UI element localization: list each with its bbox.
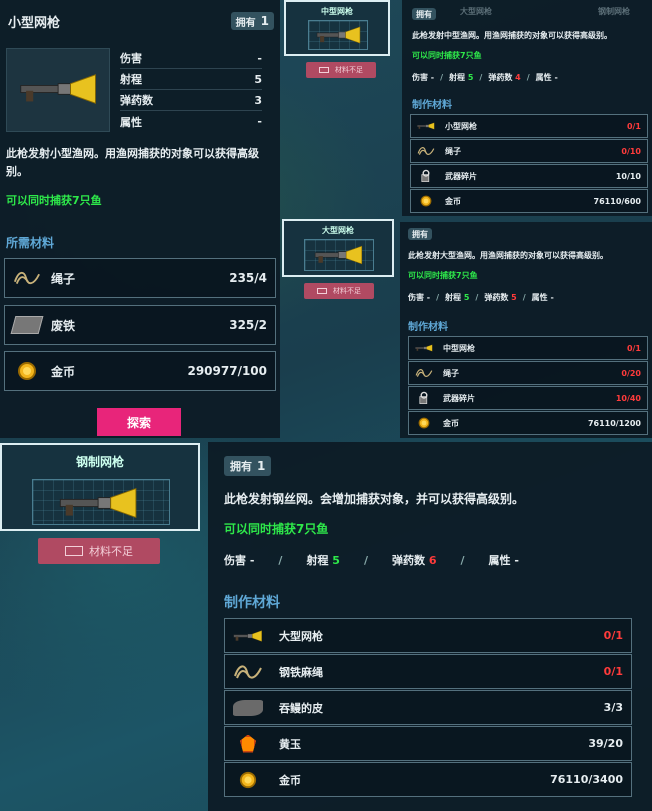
catch-info: 可以同时捕获7只鱼 — [412, 51, 482, 60]
stat-row: 射程 5 — [120, 69, 262, 90]
owned-badge: 拥有 — [412, 8, 436, 20]
stats-line: 伤害 - / 射程 5/ 弹药数 5/ 属性 - — [408, 293, 554, 302]
gold-coin-icon — [418, 417, 430, 429]
card-title: 大型网枪 — [322, 226, 354, 235]
material-row: 绳子 0/20 — [408, 361, 648, 385]
page-title: 小型网枪 — [8, 16, 61, 31]
tab-large[interactable]: 大型网枪 — [460, 6, 492, 17]
material-row: 黄玉 39/20 — [224, 726, 632, 761]
catch-info: 可以同时捕获7只鱼 — [224, 522, 329, 536]
material-row: 武器碎片 10/40 — [408, 386, 648, 410]
large-net-gun-icon — [314, 243, 364, 267]
stats-line: 伤害 - / 射程 5/ 弹药数 6/ 属性 - — [224, 553, 519, 568]
medium-gun-detail: 拥有 大型网枪 钢制网枪 此枪发射中型渔网。用渔网捕获的对象可以获得高级别。 可… — [402, 0, 652, 216]
material-row: 吞鳗的皮 3/3 — [224, 690, 632, 725]
weapon-image — [6, 48, 110, 132]
owned-count: 1 — [260, 14, 269, 28]
weapon-description: 此枪发射钢丝网。会增加捕获对象，并可以获得高级别。 — [224, 492, 525, 506]
medium-net-gun-icon — [415, 343, 433, 353]
rope-icon — [13, 268, 41, 288]
material-row: 金币 76110/600 — [410, 189, 648, 213]
topaz-icon — [240, 734, 256, 753]
material-row: 金币 290977/100 — [4, 351, 276, 391]
catch-info: 可以同时捕获7只鱼 — [408, 271, 478, 280]
large-gun-card[interactable]: 大型网枪 — [282, 219, 394, 277]
stats-table: 伤害 - 射程 5 弹药数 3 属性 - — [120, 48, 262, 132]
catch-info: 可以同时捕获7只鱼 — [6, 194, 102, 207]
card-title: 钢制网枪 — [75, 455, 124, 469]
explore-button[interactable]: 探索 — [97, 408, 181, 436]
gold-coin-icon — [239, 771, 257, 789]
owned-badge: 拥有 1 — [224, 456, 272, 476]
material-row: 绳子 0/10 — [410, 139, 648, 163]
medium-gun-card[interactable]: 中型网枪 — [284, 0, 390, 56]
materials-list: 中型网枪 0/1 绳子 0/20 武器碎片 10/40 金币 76110/1200 — [408, 336, 648, 435]
steel-hemp-rope-icon — [233, 662, 263, 682]
stat-row: 弹药数 3 — [120, 90, 262, 111]
rope-icon — [415, 367, 433, 379]
materials-list: 大型网枪 0/1 钢铁麻绳 0/1 吞鳗的皮 3/3 黄玉 39/20 金币 76110/… — [224, 618, 632, 797]
material-row: 大型网枪 0/1 — [224, 618, 632, 653]
tab-steel[interactable]: 钢制网枪 — [598, 6, 630, 17]
stat-row: 伤害 - — [120, 48, 262, 69]
medium-net-gun-icon — [316, 24, 362, 46]
insufficient-button[interactable]: 材料不足 — [38, 538, 160, 564]
materials-list: 小型网枪 0/1 绳子 0/10 武器碎片 10/10 金币 76110/600 — [410, 114, 648, 213]
steel-gun-detail: 拥有 1 此枪发射钢丝网。会增加捕获对象，并可以获得高级别。 可以同时捕获7只鱼 … — [208, 442, 652, 811]
weapon-description: 此枪发射大型渔网。用渔网捕获的对象可以获得高级别。 — [408, 251, 608, 260]
eel-skin-icon — [233, 699, 263, 716]
steel-net-gun-icon — [58, 485, 140, 521]
small-gun-panel: 小型网枪 拥有 1 伤害 - 射程 5 弹药数 3 属性 - 此枪发射小型渔网。用渔网捕获… — [0, 0, 280, 438]
insufficient-button[interactable]: 材料不足 — [304, 283, 374, 299]
card-title: 中型网枪 — [321, 7, 353, 16]
material-row: 钢铁麻绳 0/1 — [224, 654, 632, 689]
owned-badge: 拥有 — [408, 228, 432, 240]
material-row: 小型网枪 0/1 — [410, 114, 648, 138]
material-row: 中型网枪 0/1 — [408, 336, 648, 360]
material-row: 武器碎片 10/10 — [410, 164, 648, 188]
owned-badge: 拥有 1 — [230, 12, 274, 30]
material-row: 金币 76110/1200 — [408, 411, 648, 435]
rope-icon — [417, 145, 435, 157]
steel-gun-card[interactable]: 钢制网枪 — [0, 443, 200, 531]
insufficient-button[interactable]: 材料不足 — [306, 62, 376, 78]
scrap-iron-icon — [10, 316, 44, 334]
weapon-description: 此枪发射小型渔网。用渔网捕获的对象可以获得高级别。 — [6, 147, 259, 178]
large-net-gun-icon — [233, 629, 263, 643]
gold-coin-icon — [17, 361, 37, 381]
weapon-fragment-icon — [417, 391, 431, 405]
owned-label: 拥有 — [235, 17, 256, 29]
stats-line: 伤害 - / 射程 5/ 弹药数 4/ 属性 - — [412, 73, 558, 82]
stat-row: 属性 - — [120, 115, 262, 129]
materials-heading: 制作材料 — [408, 322, 448, 333]
large-gun-detail: 拥有 此枪发射大型渔网。用渔网捕获的对象可以获得高级别。 可以同时捕获7只鱼 伤… — [400, 222, 652, 438]
materials-heading: 制作材料 — [224, 595, 280, 611]
small-net-gun-icon — [19, 69, 99, 109]
materials-heading: 制作材料 — [412, 100, 452, 111]
gold-coin-icon — [420, 195, 432, 207]
material-row: 绳子 235/4 — [4, 258, 276, 298]
material-row: 金币 76110/3400 — [224, 762, 632, 797]
material-row: 废铁 325/2 — [4, 305, 276, 345]
weapon-description: 此枪发射中型渔网。用渔网捕获的对象可以获得高级别。 — [412, 31, 612, 40]
materials-heading: 所需材料 — [6, 236, 55, 250]
weapon-fragment-icon — [419, 169, 433, 183]
small-net-gun-icon — [417, 121, 435, 131]
